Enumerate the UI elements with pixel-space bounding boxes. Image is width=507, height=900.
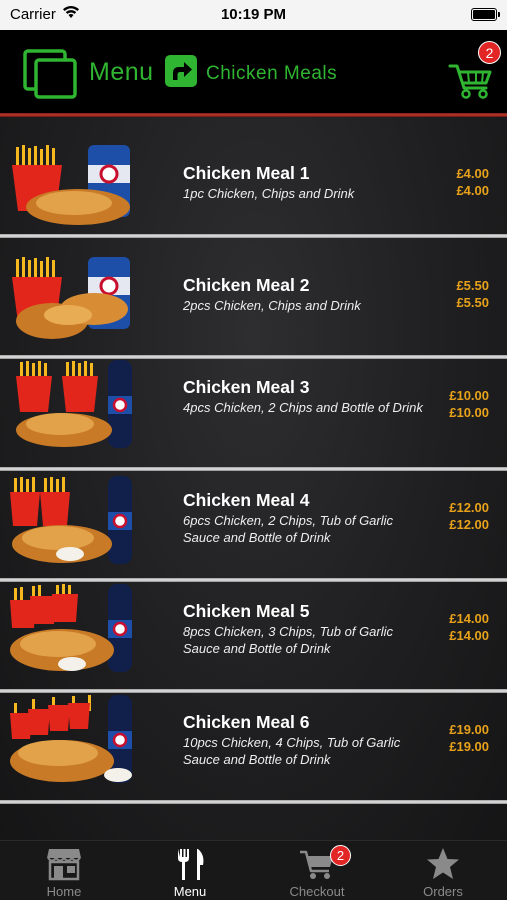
meal-title: Chicken Meal 2 <box>183 275 310 295</box>
meal-row[interactable]: Chicken Meal 3 4pcs Chicken, 2 Chips and… <box>0 350 507 471</box>
meal-image <box>12 257 130 339</box>
meal-price-total: £19.00 <box>449 739 489 754</box>
meal-row[interactable]: Chicken Meal 5 8pcs Chicken, 3 Chips, Tu… <box>0 572 507 693</box>
tab-label: Orders <box>423 884 463 899</box>
menu-button[interactable]: Menu <box>89 58 154 87</box>
battery-icon <box>471 8 500 21</box>
meal-list: Chicken Meal 1 1pc Chicken, Chips and Dr… <box>0 117 507 840</box>
store-icon <box>47 849 81 881</box>
meal-row[interactable]: Chicken Meal 2 2pcs Chicken, Chips and D… <box>0 238 507 359</box>
meal-image <box>16 360 132 448</box>
checkout-badge: 2 <box>330 845 351 866</box>
tab-label: Menu <box>173 884 207 899</box>
meal-row[interactable]: Chicken Meal 1 1pc Chicken, Chips and Dr… <box>0 117 507 238</box>
meal-description: 8pcs Chicken, 3 Chips, Tub of Garlic Sau… <box>183 624 394 656</box>
meal-row[interactable]: Chicken Meal 4 6pcs Chicken, 2 Chips, Tu… <box>0 461 507 582</box>
breadcrumb: Chicken Meals <box>206 63 338 84</box>
clock: 10:19 PM <box>220 6 287 23</box>
meal-price-total: £14.00 <box>449 628 489 643</box>
meal-price-total: £10.00 <box>449 405 489 420</box>
meal-price: £4.00 <box>456 166 489 181</box>
meal-description: 6pcs Chicken, 2 Chips, Tub of Garlic Sau… <box>183 513 394 545</box>
meal-image <box>10 695 132 783</box>
meal-price: £10.00 <box>449 388 489 403</box>
meal-description: 4pcs Chicken, 2 Chips and Bottle of Drin… <box>183 400 423 415</box>
tab-checkout[interactable]: Checkout <box>254 841 380 900</box>
forward-arrow-icon <box>165 55 197 87</box>
meal-title: Chicken Meal 5 <box>183 601 310 621</box>
meal-price-total: £5.50 <box>456 295 489 310</box>
meal-price-total: £4.00 <box>456 183 489 198</box>
nav-header: Menu Chicken Meals 2 <box>0 30 507 114</box>
menu-squares-icon[interactable] <box>22 48 78 100</box>
meal-row[interactable]: Chicken Meal 6 10pcs Chicken, 4 Chips, T… <box>0 683 507 804</box>
tab-label: Home <box>46 884 82 899</box>
fork-knife-icon <box>178 849 204 880</box>
cart-badge: 2 <box>478 41 501 64</box>
meal-title: Chicken Meal 1 <box>183 163 310 183</box>
meal-title: Chicken Meal 3 <box>183 377 310 397</box>
meal-title: Chicken Meal 6 <box>183 712 310 732</box>
tab-orders[interactable]: Orders <box>380 841 506 900</box>
tab-label: Checkout <box>289 884 345 899</box>
tab-bar: Home Menu Checkout 2 Orders <box>0 840 507 900</box>
meal-image <box>10 584 132 672</box>
meal-price-total: £12.00 <box>449 517 489 532</box>
meal-price: £19.00 <box>449 722 489 737</box>
status-bar: Carrier 10:19 PM <box>0 0 507 30</box>
meal-price: £12.00 <box>449 500 489 515</box>
meal-description: 1pc Chicken, Chips and Drink <box>183 186 355 201</box>
meal-price: £14.00 <box>449 611 489 626</box>
tab-home[interactable]: Home <box>1 841 127 900</box>
row-divider <box>0 800 507 804</box>
meal-image <box>12 145 130 225</box>
meal-image <box>10 476 132 564</box>
star-icon <box>427 848 459 879</box>
tab-menu[interactable]: Menu <box>127 841 253 900</box>
meal-description: 2pcs Chicken, Chips and Drink <box>183 298 361 313</box>
meal-price: £5.50 <box>456 278 489 293</box>
meal-description: 10pcs Chicken, 4 Chips, Tub of Garlic Sa… <box>183 735 401 767</box>
meal-title: Chicken Meal 4 <box>183 490 310 510</box>
